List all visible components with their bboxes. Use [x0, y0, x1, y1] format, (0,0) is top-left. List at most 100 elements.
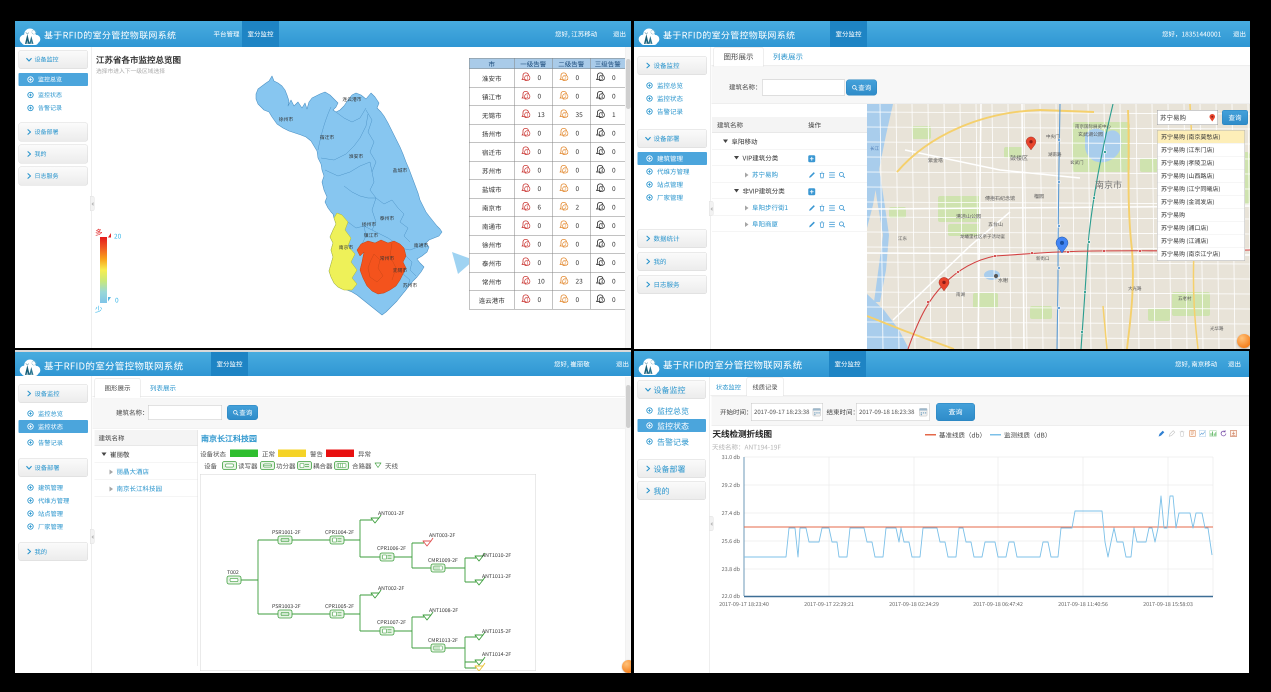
svg-text:南京国际展览中心: 南京国际展览中心	[1075, 124, 1111, 130]
svg-text:3: 3	[600, 242, 603, 248]
svg-text:31.0 db: 31.0 db	[722, 453, 741, 461]
svg-text:1: 1	[526, 150, 529, 156]
svg-text:1: 1	[526, 279, 529, 285]
svg-text:29.2 db: 29.2 db	[722, 481, 741, 489]
svg-text:常州市: 常州市	[380, 255, 395, 262]
svg-text:玄武门: 玄武门	[1070, 160, 1084, 166]
svg-text:大光路: 大光路	[1128, 286, 1142, 292]
svg-text:2: 2	[564, 131, 567, 137]
svg-text:23.8 db: 23.8 db	[722, 565, 741, 573]
svg-text:2: 2	[564, 187, 567, 193]
svg-text:1: 1	[526, 76, 529, 82]
svg-text:CMR1009-2F: CMR1009-2F	[428, 557, 458, 564]
svg-text:长江: 长江	[870, 146, 879, 152]
svg-text:鼓楼区: 鼓楼区	[1010, 153, 1028, 162]
svg-text:徐州市: 徐州市	[279, 116, 294, 123]
svg-text:2: 2	[564, 94, 567, 100]
svg-text:南通市: 南通市	[414, 242, 429, 249]
svg-text:南京市: 南京市	[1095, 178, 1122, 191]
svg-text:清凉山公园: 清凉山公园	[956, 213, 981, 220]
svg-text:2: 2	[564, 150, 567, 156]
svg-text:1: 1	[526, 205, 529, 211]
svg-text:1: 1	[526, 113, 529, 119]
svg-text:连云港市: 连云港市	[342, 96, 361, 103]
svg-text:扬州市: 扬州市	[362, 221, 377, 228]
svg-text:3: 3	[600, 205, 603, 211]
svg-text:五台山: 五台山	[988, 221, 1003, 228]
svg-text:2017-09-18 06:47:42: 2017-09-18 06:47:42	[973, 600, 1023, 608]
svg-text:1: 1	[526, 242, 529, 248]
svg-text:ANT003-2F: ANT003-2F	[429, 532, 455, 539]
svg-text:3: 3	[600, 298, 603, 304]
svg-text:3: 3	[600, 76, 603, 82]
svg-text:2: 2	[564, 279, 567, 285]
svg-text:2: 2	[564, 205, 567, 211]
svg-text:2017-09-18 11:40:56: 2017-09-18 11:40:56	[1058, 600, 1108, 608]
svg-text:ANT1011-2F: ANT1011-2F	[482, 573, 511, 580]
svg-text:傅抱石纪念馆: 傅抱石纪念馆	[985, 195, 1015, 202]
svg-text:3: 3	[600, 224, 603, 230]
svg-text:1: 1	[526, 224, 529, 230]
svg-text:镇江市: 镇江市	[364, 232, 379, 239]
svg-text:泰州市: 泰州市	[380, 215, 395, 222]
svg-text:3: 3	[600, 187, 603, 193]
svg-text:3: 3	[600, 150, 603, 156]
svg-text:2: 2	[564, 261, 567, 267]
svg-text:紫金塔: 紫金塔	[928, 157, 943, 164]
svg-text:3: 3	[600, 131, 603, 137]
svg-text:2: 2	[564, 168, 567, 174]
svg-text:2: 2	[564, 113, 567, 119]
svg-text:淮安市: 淮安市	[349, 153, 364, 160]
svg-text:无锡市: 无锡市	[393, 267, 408, 274]
svg-text:2017-09-17 18:23:40: 2017-09-17 18:23:40	[719, 600, 769, 608]
svg-text:1: 1	[526, 94, 529, 100]
svg-text:江东: 江东	[898, 236, 907, 242]
svg-text:CPR1006-2F: CPR1006-2F	[377, 545, 406, 552]
svg-text:2: 2	[564, 298, 567, 304]
svg-text:ANT1014-2F: ANT1014-2F	[482, 651, 511, 658]
svg-text:2017-09-18 15:58:03: 2017-09-18 15:58:03	[1143, 600, 1193, 608]
svg-text:新街口: 新街口	[1036, 256, 1050, 262]
svg-text:3: 3	[600, 94, 603, 100]
svg-text:27.4 db: 27.4 db	[722, 509, 741, 517]
svg-text:ANT001-2F: ANT001-2F	[378, 510, 404, 517]
svg-text:宿迁市: 宿迁市	[320, 134, 335, 141]
svg-text:光华路: 光华路	[1210, 326, 1224, 332]
svg-text:玄武湖公园: 玄武湖公园	[1078, 131, 1103, 138]
svg-text:中央门: 中央门	[1046, 134, 1060, 140]
svg-text:2: 2	[564, 224, 567, 230]
svg-text:T002: T002	[227, 569, 239, 576]
svg-text:3: 3	[600, 261, 603, 267]
svg-text:1: 1	[526, 168, 529, 174]
svg-text:2017-09-17 22:29:21: 2017-09-17 22:29:21	[804, 600, 854, 608]
svg-text:25.6 db: 25.6 db	[722, 537, 741, 545]
svg-text:南湖: 南湖	[956, 292, 965, 298]
svg-text:2017-09-18 02:24:29: 2017-09-18 02:24:29	[889, 600, 939, 608]
svg-text:3: 3	[600, 168, 603, 174]
svg-text:CPR1005-2F: CPR1005-2F	[325, 603, 354, 610]
svg-text:1: 1	[526, 187, 529, 193]
svg-text:苏州市: 苏州市	[403, 282, 418, 289]
svg-text:2: 2	[564, 242, 567, 248]
svg-text:榴园: 榴园	[1034, 193, 1044, 200]
svg-text:2: 2	[564, 76, 567, 82]
svg-text:五老村: 五老村	[1178, 296, 1192, 302]
svg-text:22.0 db: 22.0 db	[722, 592, 741, 600]
svg-text:ANT002-2F: ANT002-2F	[378, 585, 404, 592]
svg-text:ANT1015-2F: ANT1015-2F	[482, 628, 511, 635]
svg-text:湖南路: 湖南路	[1048, 152, 1062, 158]
svg-text:水榭: 水榭	[998, 277, 1008, 284]
svg-text:CMR1013-2F: CMR1013-2F	[428, 637, 458, 644]
svg-text:CPR1004-2F: CPR1004-2F	[325, 529, 354, 536]
svg-text:PSR1003-2F: PSR1003-2F	[272, 603, 301, 610]
svg-text:南京市: 南京市	[339, 244, 354, 251]
svg-text:ANT1008-2F: ANT1008-2F	[429, 607, 458, 614]
svg-text:1: 1	[526, 261, 529, 267]
svg-text:1: 1	[526, 298, 529, 304]
svg-text:3: 3	[600, 279, 603, 285]
svg-text:ANT1010-2F: ANT1010-2F	[482, 552, 511, 559]
svg-text:盐城市: 盐城市	[393, 167, 408, 174]
svg-text:3: 3	[600, 113, 603, 119]
svg-text:龙蟠里社区亲子活动室: 龙蟠里社区亲子活动室	[960, 234, 1005, 240]
svg-text:1: 1	[526, 131, 529, 137]
